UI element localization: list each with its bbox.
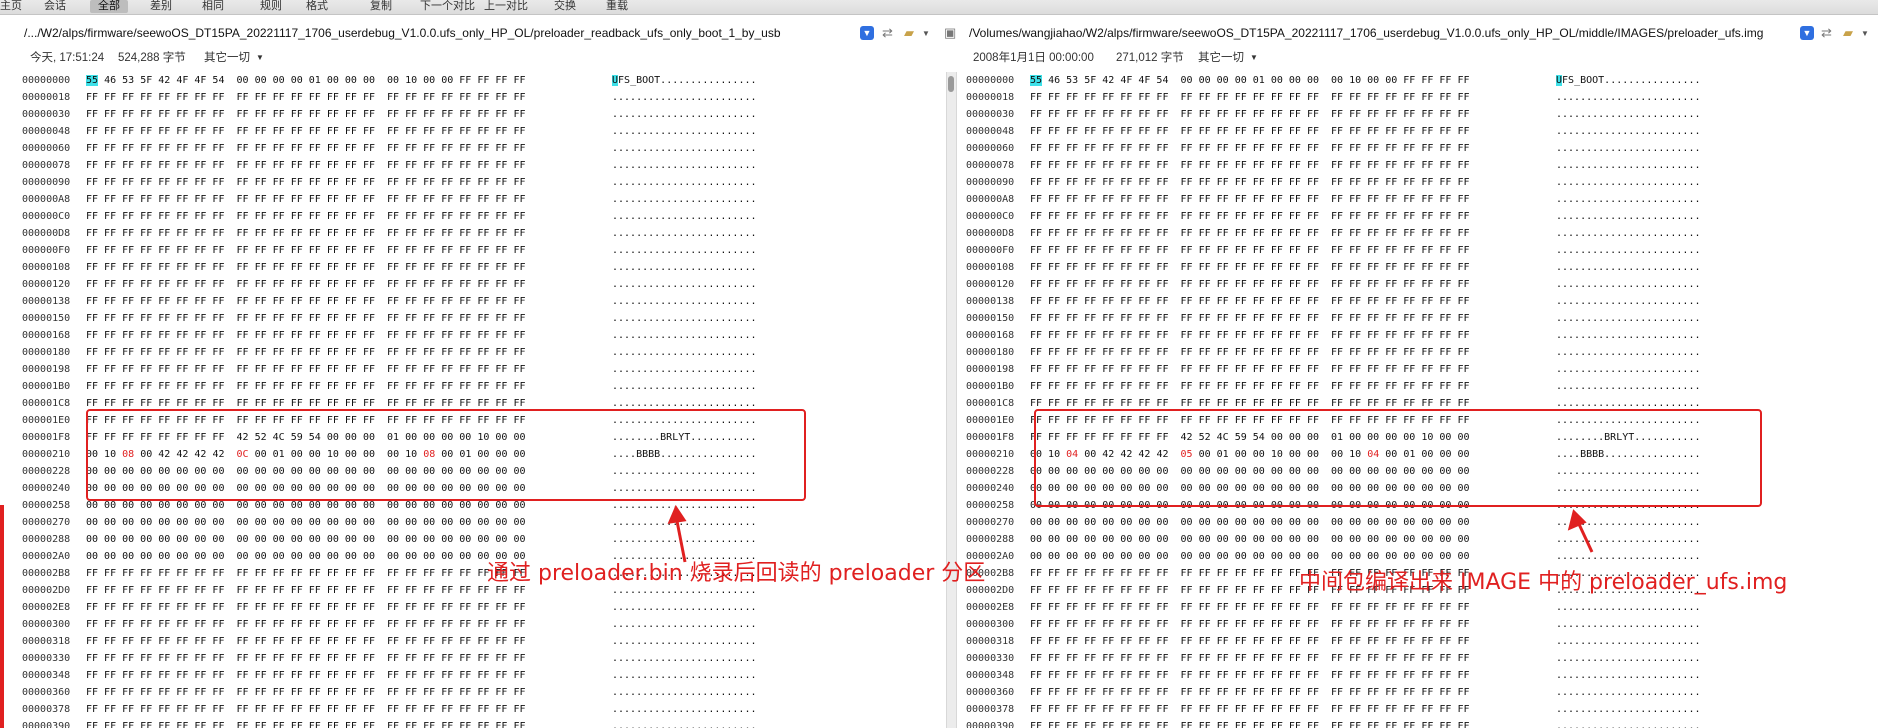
right-annotation-text: 中间包编译出来 IMAGE 中的 preloader_ufs.img <box>1299 570 1788 595</box>
left-arrow-shaft <box>674 515 687 563</box>
left-arrow-head <box>667 504 687 524</box>
right-arrow-head <box>1567 509 1587 531</box>
left-annotation-text: 通过 preloader.bin 烧录后回读的 preloader 分区 <box>487 561 986 586</box>
annotation-arrows <box>667 504 1594 563</box>
right-arrow-shaft <box>1576 521 1594 553</box>
